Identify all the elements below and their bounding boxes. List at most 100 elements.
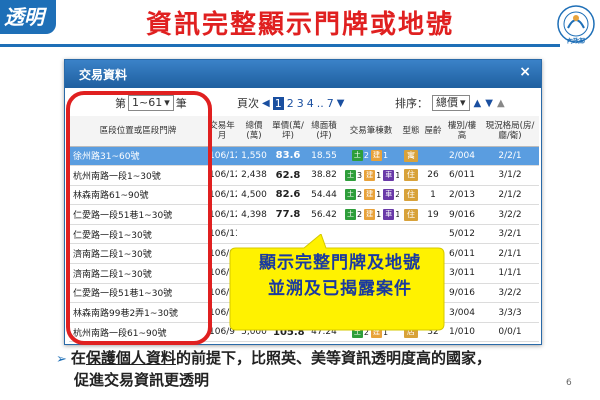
callout-text: 顯示完整門牌及地號 並溯及已揭露案件 [242, 250, 438, 302]
usage-type-cell: 住 [399, 185, 423, 206]
callout: 顯示完整門牌及地號 並溯及已揭露案件 [226, 234, 446, 332]
layout-cell: 2/1/2 [481, 185, 539, 206]
floor-cell: 2/004 [443, 146, 481, 167]
usage-type-badge: 住 [404, 169, 418, 182]
parking-badge-icon-count: 2 [395, 190, 399, 199]
floor-cell: 5/012 [443, 224, 481, 245]
pagination: 頁次 ◀ 1 2 3 4 .. 7 ▼ [237, 95, 344, 111]
callout-line-1: 顯示完整門牌及地號 [259, 253, 421, 273]
layout-cell: 1/1/1 [481, 263, 539, 284]
sort-asc-icon[interactable]: ▲ [474, 98, 482, 109]
parking-badge-icon-count: 1 [395, 171, 399, 180]
building-age-cell: 1 [423, 185, 443, 206]
column-header: 屋齡 [423, 116, 443, 147]
land-badge-icon-count: 2 [357, 190, 363, 200]
building-age-cell [423, 146, 443, 167]
bullet-emphasis: 保護個人資料 [85, 349, 176, 367]
address-highlight-outline [66, 91, 212, 345]
usage-type-cell: 寓 [399, 146, 423, 167]
transaction-count-cell: 土2建1車2 [343, 185, 399, 206]
total-price-cell: 4,500 [237, 185, 271, 206]
usage-type-badge: 住 [404, 208, 418, 221]
layout-cell: 3/1/2 [481, 165, 539, 186]
land-badge-icon: 土 [345, 189, 356, 201]
layout-cell: 3/2/2 [481, 204, 539, 225]
land-badge-icon: 土 [351, 150, 363, 162]
building-age-cell: 19 [423, 204, 443, 225]
building-badge-icon: 建 [364, 169, 376, 181]
floor-cell: 1/010 [443, 322, 481, 343]
column-header: 型態 [399, 116, 423, 147]
logo-text: 內政部 [566, 38, 585, 45]
bullet-part-2: 的前提下，比照英、美等資訊透明度高的國家， [175, 349, 491, 367]
unit-price-cell: 62.8 [271, 165, 305, 186]
building-badge-icon-count: 1 [376, 210, 382, 220]
column-header: 總面積(坪) [305, 116, 343, 147]
page-link-7[interactable]: 7 [327, 97, 334, 110]
page-link-4[interactable]: 4 [307, 97, 314, 110]
transaction-count-cell: 土2建1 [343, 146, 399, 167]
callout-line-2: 並溯及已揭露案件 [268, 279, 412, 299]
pages-label: 頁次 [237, 97, 259, 110]
usage-type-badge: 寓 [404, 149, 418, 162]
bullet-line-2: 促進交易資訊更透明 [74, 371, 210, 389]
column-header: 樓別/樓高 [443, 116, 481, 147]
area-cell: 18.55 [305, 146, 343, 167]
column-header: 單價(萬/坪) [271, 116, 305, 147]
parking-badge-icon: 車 [383, 189, 395, 201]
column-header: 總價(萬) [237, 116, 271, 147]
area-cell: 54.44 [305, 185, 343, 206]
sort-select-value: 總價 [436, 96, 458, 109]
transaction-count-cell: 土2建1車1 [343, 204, 399, 225]
sort-clear-icon[interactable]: ▲ [497, 98, 505, 109]
building-badge-icon: 建 [364, 209, 376, 221]
transaction-count-cell: 土3建1車1 [343, 165, 399, 186]
page-link-2[interactable]: 2 [287, 97, 294, 110]
land-badge-icon-count: 2 [357, 210, 363, 220]
slide-title: 資訊完整顯示門牌或地號 [145, 10, 454, 40]
parking-badge-icon-count: 1 [395, 210, 399, 219]
sort-desc-icon[interactable]: ▼ [485, 98, 493, 109]
total-price-cell: 1,550 [237, 146, 271, 167]
layout-cell: 3/2/2 [481, 283, 539, 304]
total-price-cell: 2,438 [237, 165, 271, 186]
sort-select[interactable]: 總價 ▾ [432, 95, 470, 111]
parking-badge-icon: 車 [383, 169, 395, 181]
close-icon[interactable]: × [519, 64, 531, 80]
usage-type-cell: 住 [399, 165, 423, 186]
layout-cell: 2/2/1 [481, 146, 539, 167]
floor-cell: 6/011 [443, 243, 481, 265]
page-link-3[interactable]: 3 [297, 97, 304, 110]
column-header: 交易筆棟數 [343, 116, 399, 147]
layout-cell: 3/3/3 [481, 302, 539, 323]
area-cell: 38.82 [305, 165, 343, 186]
page-ellipsis: .. [316, 96, 324, 110]
prev-page-icon[interactable]: ◀ [262, 98, 270, 109]
floor-cell: 6/011 [443, 165, 481, 186]
building-badge-icon: 建 [371, 150, 382, 162]
title-underline [0, 44, 560, 47]
window-title: 交易資料 [79, 68, 128, 82]
building-age-cell: 26 [423, 165, 443, 186]
page-link-1[interactable]: 1 [272, 96, 284, 110]
bullet-point: ➢ 在保護個人資料的前提下，比照英、美等資訊透明度高的國家， 促進交易資訊更透明 [56, 348, 556, 390]
window-header: 交易資料 × [65, 60, 541, 88]
arrow-right-icon: ➢ [56, 352, 67, 367]
usage-type-cell: 住 [399, 204, 423, 225]
next-page-icon[interactable]: ▼ [337, 98, 345, 109]
unit-price-cell: 82.6 [271, 185, 305, 206]
sort-group: 排序： 總價 ▾ ▲ ▼ ▲ [395, 95, 505, 111]
floor-cell: 2/013 [443, 185, 481, 206]
land-badge-icon: 土 [345, 209, 356, 221]
floor-cell: 3/011 [443, 263, 481, 284]
usage-type-badge: 住 [404, 188, 418, 201]
floor-cell: 9/016 [443, 204, 481, 225]
total-price-cell: 4,398 [237, 204, 271, 225]
layout-cell: 3/2/1 [481, 224, 539, 245]
layout-cell: 0/0/1 [481, 322, 539, 343]
column-header: 現況格局(房/廳/衛) [481, 116, 539, 147]
page-number: 6 [566, 378, 572, 388]
chevron-down-icon: ▾ [460, 96, 466, 109]
land-badge-icon-count: 3 [357, 170, 363, 180]
land-badge-icon: 土 [345, 169, 356, 181]
